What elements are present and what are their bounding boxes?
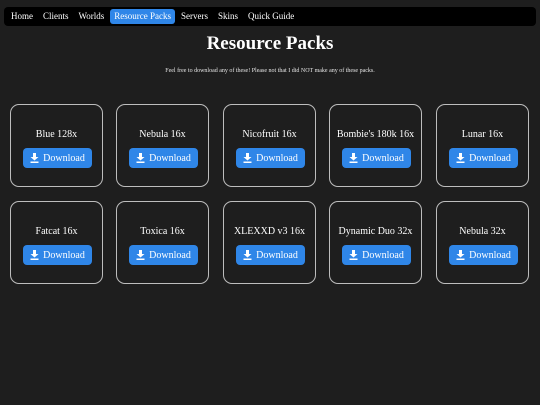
download-icon [30,250,39,260]
pack-name: Nicofruit 16x [242,129,297,140]
download-label: Download [469,249,511,261]
pack-card-nicofruit-16x: Nicofruit 16x Download [223,104,316,187]
nav-item-worlds[interactable]: Worlds [75,9,109,24]
download-icon [136,250,145,260]
pack-card-lunar-16x: Lunar 16x Download [436,104,529,187]
download-button[interactable]: Download [129,148,198,168]
pack-card-nebula-32x: Nebula 32x Download [436,201,529,284]
download-button[interactable]: Download [129,245,198,265]
nav-item-quick-guide[interactable]: Quick Guide [244,9,298,24]
download-button[interactable]: Download [449,245,518,265]
download-icon [136,153,145,163]
download-button[interactable]: Download [236,148,305,168]
download-label: Download [149,152,191,164]
nav-item-resource-packs[interactable]: Resource Packs [110,9,176,24]
download-icon [349,153,358,163]
nav-item-skins[interactable]: Skins [214,9,242,24]
pack-card-nebula-16x: Nebula 16x Download [116,104,209,187]
pack-card-blue-128x: Blue 128x Download [10,104,103,187]
download-button[interactable]: Download [23,148,92,168]
page-title: Resource Packs [206,33,334,54]
page-subtitle: Feel free to download any of these! Plea… [165,68,375,74]
download-label: Download [469,152,511,164]
download-label: Download [43,152,85,164]
pack-name: Dynamic Duo 32x [338,226,413,237]
nav-item-clients[interactable]: Clients [39,9,73,24]
download-button[interactable]: Download [449,148,518,168]
download-button[interactable]: Download [342,148,411,168]
nav-item-servers[interactable]: Servers [177,9,212,24]
pack-name: XLEXXD v3 16x [233,226,306,237]
pack-name: Nebula 16x [139,129,186,140]
download-button[interactable]: Download [342,245,411,265]
pack-card-toxica-16x: Toxica 16x Download [116,201,209,284]
pack-name: Nebula 32x [459,226,506,237]
pack-name: Toxica 16x [140,226,185,237]
download-label: Download [362,249,404,261]
nav-item-home[interactable]: Home [7,9,37,24]
download-icon [456,250,465,260]
download-button[interactable]: Download [236,245,305,265]
pack-name: Lunar 16x [461,129,504,140]
download-icon [456,153,465,163]
pack-card-dynamic-duo-32x: Dynamic Duo 32x Download [329,201,422,284]
pack-card-fatcat-16x: Fatcat 16x Download [10,201,103,284]
download-icon [30,153,39,163]
top-navbar: Home Clients Worlds Resource Packs Serve… [4,7,536,26]
pack-name: Bombie's 180k 16x [336,129,415,140]
download-icon [243,250,252,260]
download-label: Download [256,249,298,261]
download-label: Download [149,249,191,261]
pack-card-bombies-180k-16x: Bombie's 180k 16x Download [329,104,422,187]
download-icon [243,153,252,163]
pack-card-xlexxd-v3-16x: XLEXXD v3 16x Download [223,201,316,284]
download-icon [349,250,358,260]
pack-name: Blue 128x [35,129,78,140]
pack-name: Fatcat 16x [35,226,78,237]
download-label: Download [43,249,85,261]
download-label: Download [362,152,404,164]
download-label: Download [256,152,298,164]
download-button[interactable]: Download [23,245,92,265]
